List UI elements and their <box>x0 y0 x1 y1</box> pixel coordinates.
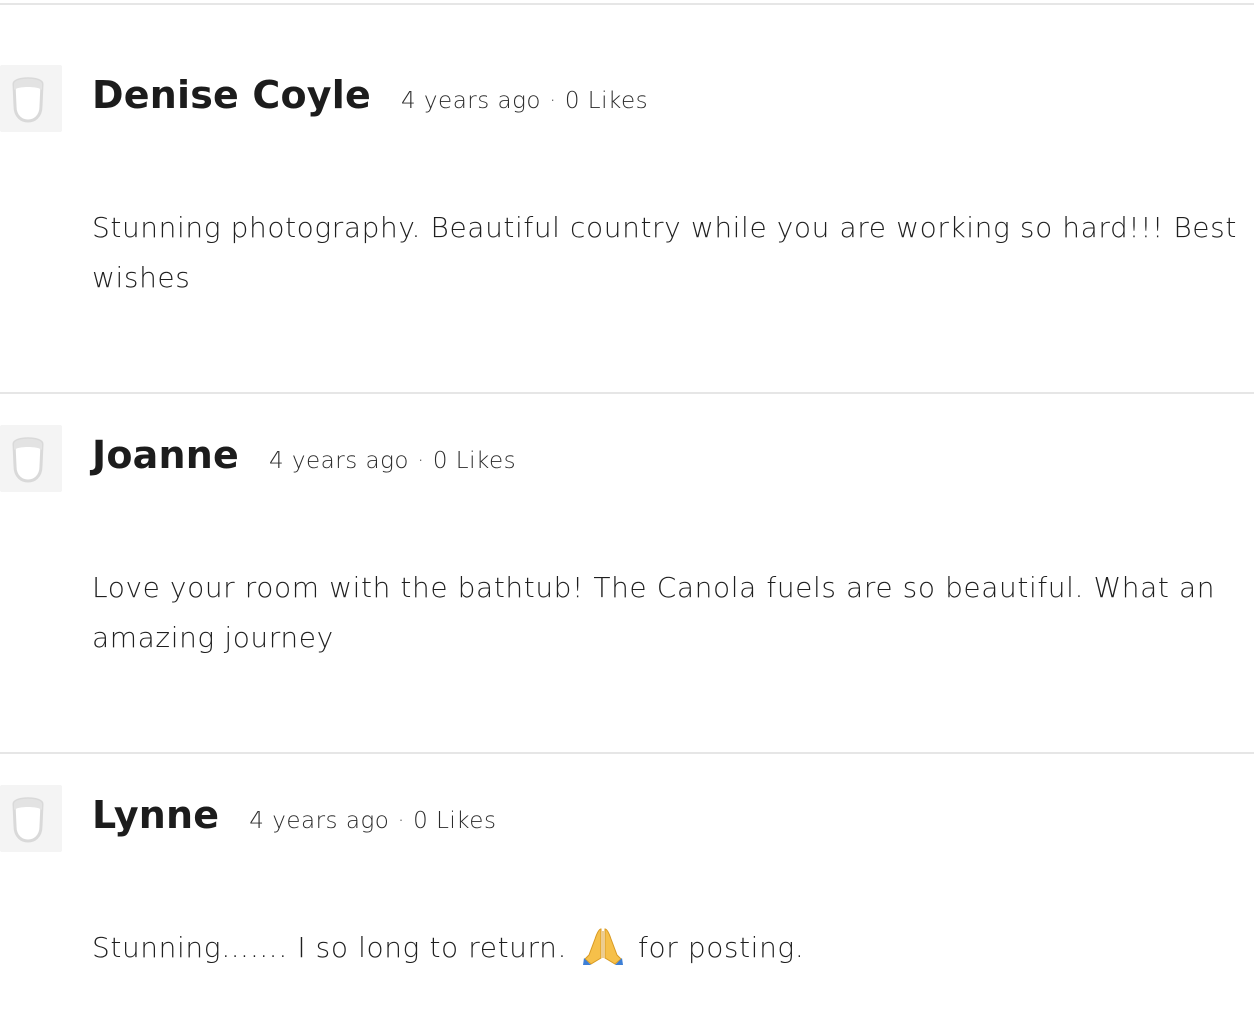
meta-separator: · <box>417 448 425 474</box>
top-divider <box>0 3 1254 5</box>
comment-header: Lynne 4 years ago · 0 Likes <box>92 793 496 837</box>
avatar[interactable] <box>0 65 62 132</box>
default-user-avatar-icon <box>12 797 44 843</box>
comment-divider <box>0 392 1254 394</box>
comment-divider <box>0 752 1254 754</box>
default-user-avatar-icon <box>12 437 44 483</box>
meta-separator: · <box>397 808 406 834</box>
author-name[interactable]: Denise Coyle <box>92 73 371 117</box>
comment-meta: 4 years ago · 0 Likes <box>401 88 648 114</box>
author-name[interactable]: Joanne <box>92 433 239 477</box>
comment-meta: 4 years ago · 0 Likes <box>269 448 516 474</box>
comment-meta: 4 years ago · 0 Likes <box>249 808 496 834</box>
avatar[interactable] <box>0 425 62 492</box>
comment-header: Joanne 4 years ago · 0 Likes <box>92 433 516 477</box>
likes-count[interactable]: 0 Likes <box>565 88 648 114</box>
comment-text-part: for posting. <box>638 931 805 964</box>
comment-text: Stunning photography. Beautiful country … <box>92 211 1237 294</box>
avatar[interactable] <box>0 785 62 852</box>
comment-header: Denise Coyle 4 years ago · 0 Likes <box>92 73 648 117</box>
comment-text: Love your room with the bathtub! The Can… <box>92 571 1216 654</box>
comment-text-part: Stunning……. I so long to return. <box>92 931 567 964</box>
comment-time: 4 years ago <box>400 88 542 114</box>
default-user-avatar-icon <box>12 77 44 123</box>
meta-separator: · <box>549 88 557 114</box>
likes-count[interactable]: 0 Likes <box>433 448 516 474</box>
folded-hands-emoji <box>582 928 623 965</box>
comment-time: 4 years ago <box>249 808 390 834</box>
comment-text: Stunning……. I so long to return. for pos… <box>92 923 1242 973</box>
likes-count[interactable]: 0 Likes <box>413 808 496 834</box>
author-name[interactable]: Lynne <box>92 793 219 837</box>
comment-time: 4 years ago <box>268 448 409 474</box>
comments-page: Denise Coyle 4 years ago · 0 Likes Stunn… <box>0 0 1254 1024</box>
